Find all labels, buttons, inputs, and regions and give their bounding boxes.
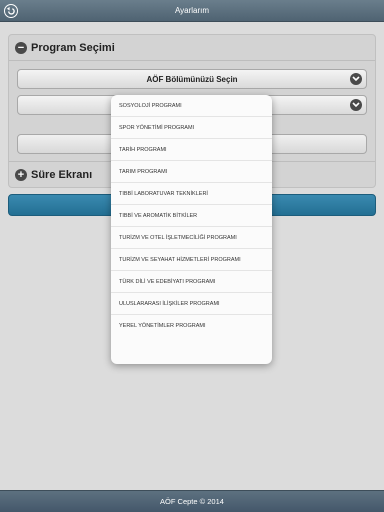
dropdown-option[interactable]: TURİZM VE OTEL İŞLETMECİLİĞİ PROGRAMI <box>111 227 272 249</box>
page-title: Ayarlarım <box>174 6 210 15</box>
dropdown-option[interactable]: TARIM PROGRAMI <box>111 161 272 183</box>
duration-section-title: Süre Ekranı <box>31 169 93 181</box>
chevron-down-icon <box>350 73 362 85</box>
chevron-down-icon <box>350 99 362 111</box>
dropdown-option[interactable]: TURİZM VE SEYAHAT HİZMETLERİ PROGRAMI <box>111 249 272 271</box>
program-section-header[interactable]: − Program Seçimi <box>9 35 375 61</box>
department-select[interactable]: AÖF Bölümünüzü Seçin <box>17 69 367 89</box>
department-dropdown-popover: SOSYOLOJİ PROGRAMI SPOR YÖNETİMİ PROGRAMI… <box>111 95 272 364</box>
expand-icon: + <box>15 169 27 181</box>
dropdown-option[interactable]: SPOR YÖNETİMİ PROGRAMI <box>111 117 272 139</box>
dropdown-option[interactable]: YEREL YÖNETİMLER PROGRAMI <box>111 315 272 337</box>
top-bar: Ayarlarım <box>0 0 384 22</box>
dropdown-option[interactable]: TÜRK DİLİ VE EDEBİYATI PROGRAMI <box>111 271 272 293</box>
dropdown-option-list: SOSYOLOJİ PROGRAMI SPOR YÖNETİMİ PROGRAMI… <box>111 95 272 337</box>
dropdown-option[interactable]: TARİH PROGRAMI <box>111 139 272 161</box>
dropdown-option[interactable]: TIBBİ VE AROMATİK BİTKİLER <box>111 205 272 227</box>
footer: AÖF Cepte © 2014 <box>0 490 384 512</box>
footer-copyright: AÖF Cepte © 2014 <box>160 497 224 506</box>
back-arrow-icon[interactable] <box>4 4 18 18</box>
program-section-title: Program Seçimi <box>31 42 115 54</box>
dropdown-option[interactable]: SOSYOLOJİ PROGRAMI <box>111 95 272 117</box>
dropdown-option[interactable]: TIBBİ LABORATUVAR TEKNİKLERİ <box>111 183 272 205</box>
department-select-value: AÖF Bölümünüzü Seçin <box>146 75 238 84</box>
dropdown-option[interactable]: ULUSLARARASI İLİŞKİLER PROGRAMI <box>111 293 272 315</box>
collapse-icon: − <box>15 42 27 54</box>
